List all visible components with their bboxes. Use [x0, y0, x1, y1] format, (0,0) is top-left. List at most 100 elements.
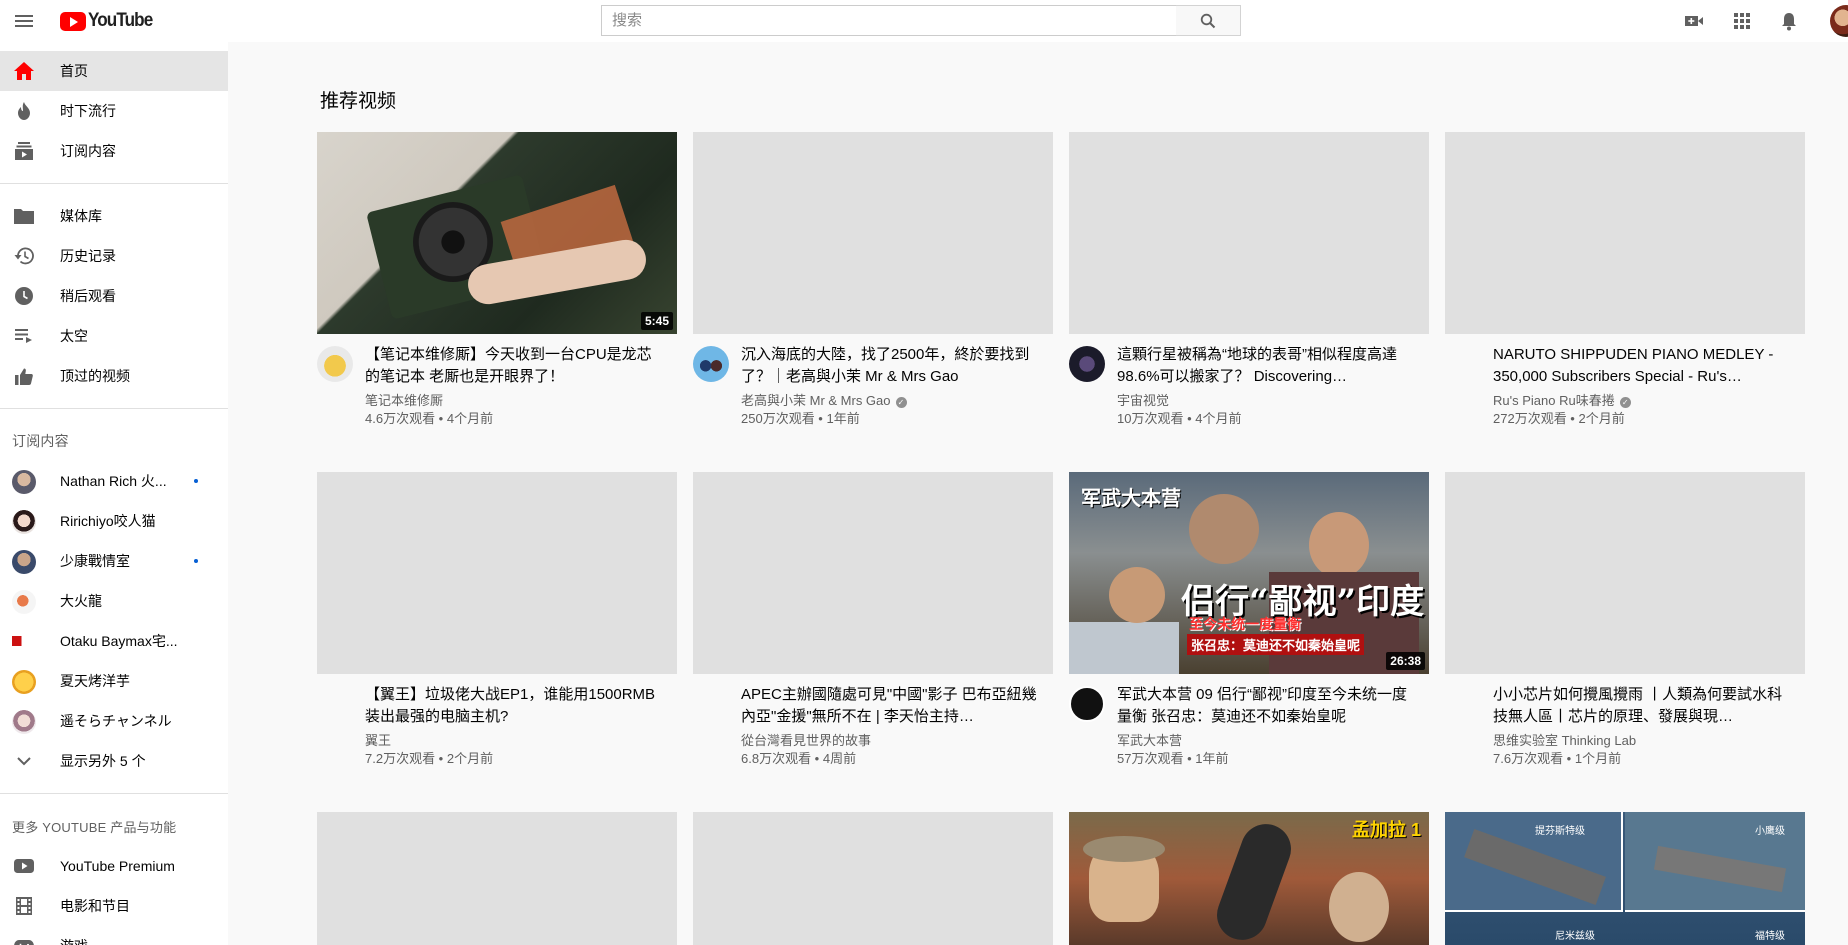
- video-card[interactable]: 军武大本营 侣行“鄙视”印度 至今未统一度量衡 张召忠：莫迪还不如秦始皇呢 26…: [1069, 472, 1429, 772]
- sidebar-item-trending[interactable]: 时下流行: [0, 91, 228, 131]
- video-card[interactable]: 沉入海底的大陸，找了2500年，終於要找到了？｜老高與小茉 Mr & Mrs G…: [693, 132, 1053, 432]
- sidebar-item-playlist-space[interactable]: 太空: [0, 316, 228, 356]
- subscription-item[interactable]: Nathan Rich 火...: [0, 461, 228, 501]
- subscription-label: 夏天烤洋芋: [60, 673, 130, 689]
- video-card[interactable]: [693, 812, 1053, 945]
- subscription-item[interactable]: 夏天烤洋芋: [0, 661, 228, 701]
- video-thumbnail[interactable]: 提芬斯特级 小鹰级 尼米兹级 福特级: [1445, 812, 1805, 945]
- subscription-label: 遥そらチャンネル: [60, 713, 172, 729]
- channel-name[interactable]: 笔记本维修厮: [365, 390, 443, 409]
- channel-avatar: [12, 710, 36, 734]
- sidebar-item-subscriptions[interactable]: 订阅内容: [0, 131, 228, 171]
- channel-avatar[interactable]: [317, 346, 353, 382]
- video-title[interactable]: 【笔记本维修厮】今天收到一台CPU是龙芯的笔记本 老厮也是开眼界了！: [365, 344, 665, 388]
- video-card[interactable]: 5:45 【笔记本维修厮】今天收到一台CPU是龙芯的笔记本 老厮也是开眼界了！ …: [317, 132, 677, 432]
- video-title[interactable]: APEC主辦國隨處可見"中國"影子 巴布亞紐幾內亞"金援"無所不在 | 李天怡主…: [741, 684, 1041, 728]
- thumbnail-quote-text: 张召忠：莫迪还不如秦始皇呢: [1187, 634, 1365, 655]
- channel-name[interactable]: 翼王: [365, 730, 391, 749]
- video-thumbnail[interactable]: [1069, 132, 1429, 334]
- video-title[interactable]: 沉入海底的大陸，找了2500年，終於要找到了？｜老高與小茉 Mr & Mrs G…: [741, 344, 1041, 388]
- video-card[interactable]: 孟加拉 1: [1069, 812, 1429, 945]
- video-thumbnail[interactable]: [1445, 132, 1805, 334]
- video-thumbnail[interactable]: [317, 812, 677, 945]
- video-title[interactable]: NARUTO SHIPPUDEN PIANO MEDLEY - 350,000 …: [1493, 344, 1793, 388]
- channel-avatar: [12, 470, 36, 494]
- ship-label: 福特级: [1755, 931, 1785, 942]
- video-thumbnail[interactable]: [317, 472, 677, 674]
- sidebar-item-history[interactable]: 历史记录: [0, 236, 228, 276]
- video-title[interactable]: 這顆行星被稱為“地球的表哥”相似程度高達98.6%可以搬家了？ Discover…: [1117, 344, 1417, 388]
- subscription-label: 少康戰情室: [60, 553, 130, 569]
- sidebar-item-watch-later[interactable]: 稍后观看: [0, 276, 228, 316]
- sidebar-item-label: 游戏: [60, 936, 88, 945]
- sidebar-item-home[interactable]: 首页: [0, 51, 228, 91]
- channel-avatar[interactable]: [693, 346, 729, 382]
- channel-name-text: 宇宙视觉: [1117, 393, 1170, 408]
- video-metadata: 6.8万次观看 • 4周前: [741, 751, 857, 766]
- video-card[interactable]: [317, 812, 677, 945]
- subscription-item[interactable]: Otaku Baymax宅...: [0, 621, 228, 661]
- video-metadata: 272万次观看 • 2个月前: [1493, 411, 1625, 426]
- video-card[interactable]: NARUTO SHIPPUDEN PIANO MEDLEY - 350,000 …: [1445, 132, 1805, 432]
- video-title[interactable]: 【翼王】垃圾佬大战EP1，谁能用1500RMB装出最强的电脑主机?: [365, 684, 665, 728]
- chevron-down-icon: [12, 751, 36, 771]
- channel-name[interactable]: 军武大本营: [1117, 730, 1182, 749]
- search-button[interactable]: [1176, 5, 1241, 36]
- video-title[interactable]: 军武大本营 09 侣行“鄙视”印度至今未统一度量衡 张召忠：莫迪还不如秦始皇呢: [1117, 684, 1417, 728]
- sidebar-item-youtube-premium[interactable]: YouTube Premium: [0, 846, 228, 886]
- video-card[interactable]: 提芬斯特级 小鹰级 尼米兹级 福特级: [1445, 812, 1805, 945]
- logo-text: YouTube: [88, 10, 153, 31]
- channel-name[interactable]: Ru's Piano Ru味春捲 ✓: [1493, 390, 1631, 409]
- video-thumbnail[interactable]: [693, 132, 1053, 334]
- channel-name[interactable]: 宇宙视觉: [1117, 390, 1169, 409]
- show-more-label: 显示另外 5 个: [60, 753, 146, 769]
- channel-avatar: [12, 636, 36, 646]
- video-thumbnail[interactable]: 孟加拉 1: [1069, 812, 1429, 945]
- youtube-logo[interactable]: YouTube: [60, 10, 159, 32]
- video-thumbnail[interactable]: 军武大本营 侣行“鄙视”印度 至今未统一度量衡 张召忠：莫迪还不如秦始皇呢 26…: [1069, 472, 1429, 674]
- video-thumbnail[interactable]: [693, 812, 1053, 945]
- channel-avatar[interactable]: [1069, 346, 1105, 382]
- video-card[interactable]: 這顆行星被稱為“地球的表哥”相似程度高達98.6%可以搬家了？ Discover…: [1069, 132, 1429, 432]
- channel-avatar[interactable]: [1069, 686, 1105, 722]
- upload-video-icon[interactable]: [1682, 9, 1706, 33]
- subscription-item[interactable]: Ririchiyo咬人猫: [0, 501, 228, 541]
- sidebar-divider: [0, 793, 228, 794]
- account-avatar[interactable]: [1830, 5, 1848, 37]
- thumbs-up-icon: [12, 366, 36, 386]
- apps-grid-icon[interactable]: [1730, 9, 1754, 33]
- feather-fan-shape: [1209, 817, 1299, 945]
- menu-icon[interactable]: [12, 9, 36, 33]
- channel-name[interactable]: 從台灣看見世界的故事: [741, 730, 871, 749]
- sidebar-item-gaming[interactable]: 游戏: [0, 926, 228, 945]
- notifications-bell-icon[interactable]: [1777, 9, 1801, 33]
- video-metadata: 10万次观看 • 4个月前: [1117, 411, 1242, 426]
- subscription-label: Nathan Rich 火...: [60, 473, 167, 489]
- video-thumbnail[interactable]: [1445, 472, 1805, 674]
- person-shape: [1189, 494, 1259, 564]
- video-thumbnail[interactable]: 5:45: [317, 132, 677, 334]
- channel-name[interactable]: 老高與小茉 Mr & Mrs Gao ✓: [741, 390, 907, 409]
- person-shape: [1329, 872, 1389, 942]
- subscription-item[interactable]: 遥そらチャンネル: [0, 701, 228, 741]
- video-card[interactable]: APEC主辦國隨處可見"中國"影子 巴布亞紐幾內亞"金援"無所不在 | 李天怡主…: [693, 472, 1053, 772]
- sidebar-item-movies-shows[interactable]: 电影和节目: [0, 886, 228, 926]
- subscriptions-heading: 订阅内容: [12, 433, 69, 449]
- sidebar-item-library[interactable]: 媒体库: [0, 196, 228, 236]
- channel-name-text: 老高與小茉 Mr & Mrs Gao: [741, 393, 891, 408]
- search-input[interactable]: [602, 6, 1176, 35]
- thumbnail-subtitle-text: 至今未统一度量衡: [1189, 616, 1301, 632]
- subscription-item[interactable]: 少康戰情室: [0, 541, 228, 581]
- video-thumbnail[interactable]: [693, 472, 1053, 674]
- subscription-item[interactable]: 大火龍: [0, 581, 228, 621]
- channel-name[interactable]: 思维实验室 Thinking Lab: [1493, 730, 1636, 749]
- hat-shape: [1083, 836, 1165, 862]
- sidebar-item-label: 太空: [60, 328, 88, 344]
- video-card[interactable]: 小小芯片如何攪風攪雨 丨人類為何要試水科技無人區丨芯片的原理、發展與現… 思维实…: [1445, 472, 1805, 772]
- video-card[interactable]: 【翼王】垃圾佬大战EP1，谁能用1500RMB装出最强的电脑主机? 翼王 7.2…: [317, 472, 677, 772]
- subscriptions-icon: [12, 141, 36, 161]
- person-shape: [1069, 622, 1179, 674]
- sidebar-item-liked-videos[interactable]: 顶过的视频: [0, 356, 228, 396]
- video-title[interactable]: 小小芯片如何攪風攪雨 丨人類為何要試水科技無人區丨芯片的原理、發展與現…: [1493, 684, 1793, 728]
- show-more-button[interactable]: 显示另外 5 个: [0, 741, 228, 781]
